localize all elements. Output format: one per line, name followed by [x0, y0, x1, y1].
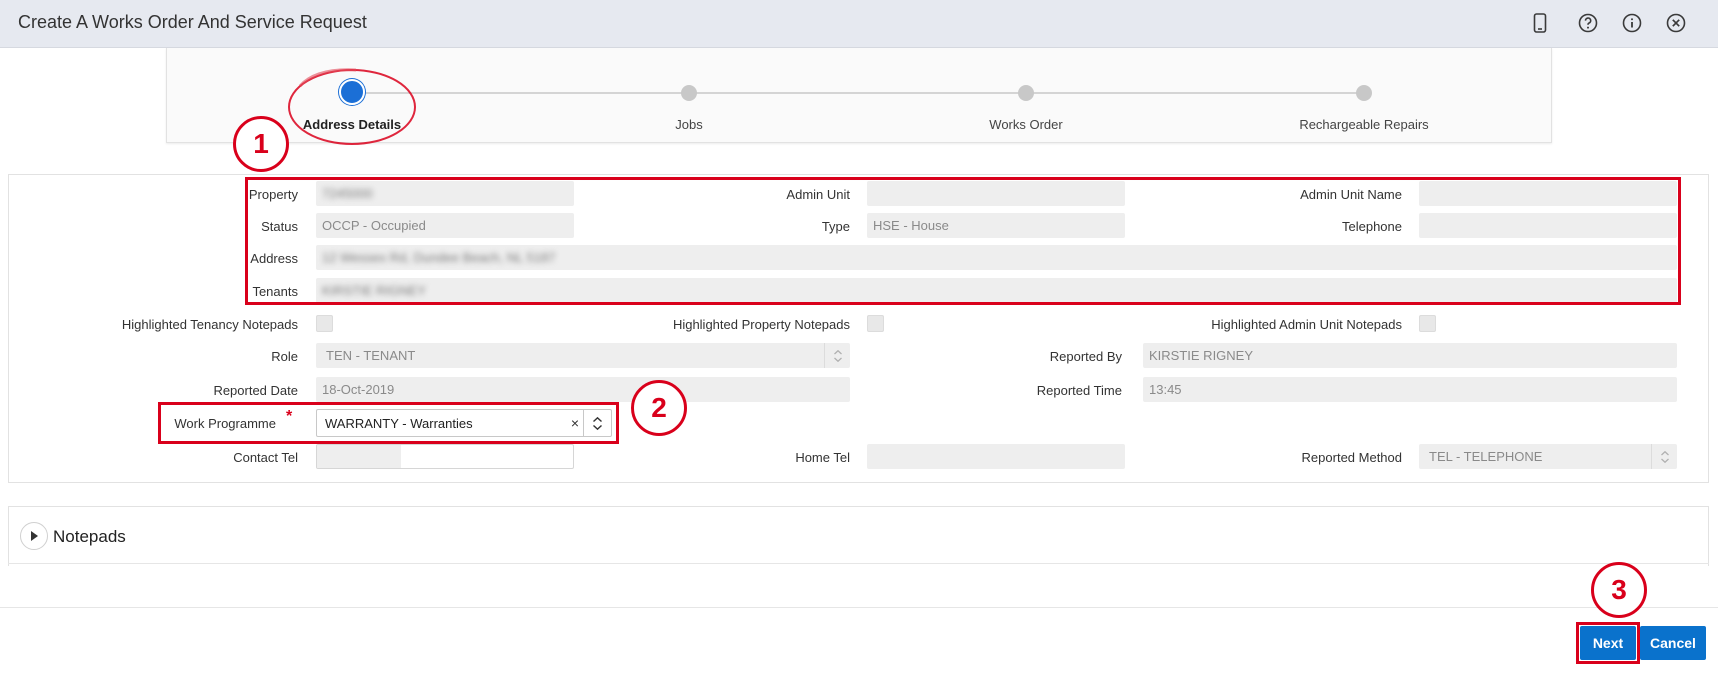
reported-method-value: TEL - TELEPHONE — [1429, 449, 1543, 464]
contact-tel-input[interactable] — [316, 444, 574, 469]
role-select-arrow-icon — [824, 343, 850, 368]
step-train-line — [352, 92, 1364, 94]
highlighted-admin-unit-notepads-checkbox[interactable] — [1419, 315, 1436, 332]
contact-tel-label: Contact Tel — [233, 450, 298, 465]
notepads-expand-toggle[interactable] — [20, 522, 48, 550]
annotation-marker-3: 3 — [1591, 562, 1647, 618]
notepads-section — [8, 506, 1709, 566]
step-label-rechargeable-repairs[interactable]: Rechargeable Repairs — [1264, 117, 1464, 132]
highlighted-tenancy-notepads-checkbox[interactable] — [316, 315, 333, 332]
role-value: TEN - TENANT — [326, 348, 416, 363]
dialog-title: Create A Works Order And Service Request — [18, 12, 367, 32]
reported-method-label: Reported Method — [1301, 450, 1402, 465]
step-label-works-order[interactable]: Works Order — [926, 117, 1126, 132]
reported-method-select: TEL - TELEPHONE — [1419, 444, 1677, 469]
step-highlight-ellipse — [288, 68, 416, 145]
contact-tel-prefix — [317, 445, 401, 468]
reported-by-field: KIRSTIE RIGNEY — [1143, 343, 1677, 368]
step-stop-jobs[interactable] — [681, 85, 697, 101]
reported-date-label: Reported Date — [213, 383, 298, 398]
highlighted-tenancy-notepads-label: Highlighted Tenancy Notepads — [121, 317, 298, 332]
info-icon[interactable] — [1620, 11, 1644, 35]
annotation-box-3 — [1576, 622, 1640, 664]
home-tel-label: Home Tel — [795, 450, 850, 465]
reported-date-field: 18-Oct-2019 — [316, 377, 850, 402]
reported-time-label: Reported Time — [1036, 383, 1122, 398]
annotation-box-1 — [245, 177, 1681, 305]
help-icon[interactable] — [1576, 11, 1600, 35]
role-select: TEN - TENANT — [316, 343, 850, 368]
annotation-box-2 — [158, 402, 619, 444]
step-stop-rechargeable-repairs[interactable] — [1356, 85, 1372, 101]
mobile-device-icon[interactable] — [1528, 11, 1552, 35]
highlighted-property-notepads-label: Highlighted Property Notepads — [672, 317, 850, 332]
annotation-marker-1: 1 — [233, 116, 289, 172]
annotation-marker-2: 2 — [631, 380, 687, 436]
highlighted-admin-unit-notepads-label: Highlighted Admin Unit Notepads — [1211, 317, 1402, 332]
dialog-header: Create A Works Order And Service Request — [0, 0, 1718, 48]
reported-by-label: Reported By — [1049, 349, 1122, 364]
step-stop-works-order[interactable] — [1018, 85, 1034, 101]
footer-divider — [0, 607, 1718, 608]
step-label-jobs[interactable]: Jobs — [589, 117, 789, 132]
notepads-label[interactable]: Notepads — [53, 527, 126, 547]
role-label: Role — [271, 349, 298, 364]
cancel-button[interactable]: Cancel — [1640, 626, 1706, 660]
reported-time-field: 13:45 — [1143, 377, 1677, 402]
highlighted-property-notepads-checkbox[interactable] — [867, 315, 884, 332]
home-tel-field — [867, 444, 1125, 469]
triangle-right-icon — [31, 531, 38, 541]
close-icon[interactable] — [1664, 11, 1688, 35]
notepads-divider — [8, 563, 1709, 564]
reported-method-arrow-icon — [1651, 444, 1677, 469]
